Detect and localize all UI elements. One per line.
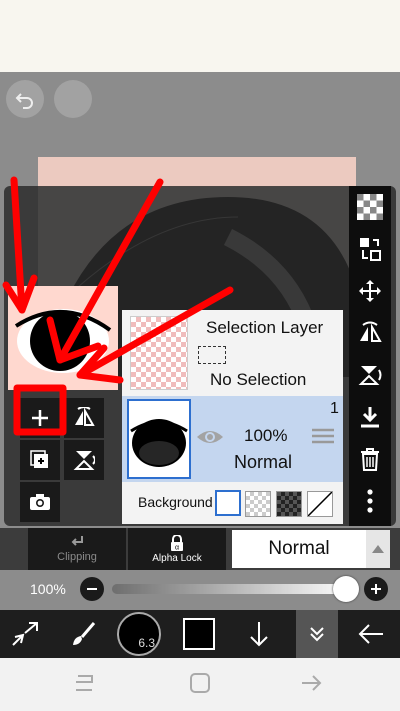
background-white-swatch[interactable] bbox=[215, 490, 241, 516]
arrow-down-icon bbox=[250, 622, 268, 647]
arrow-left-icon bbox=[358, 624, 383, 644]
blend-mode-select[interactable]: Normal bbox=[232, 530, 366, 568]
brush-size-value: 6.3 bbox=[138, 636, 155, 650]
copy-plus-icon bbox=[30, 450, 48, 468]
brush-size-button[interactable]: 6.3 bbox=[114, 610, 164, 658]
background-none-swatch[interactable] bbox=[307, 491, 333, 517]
layer-menu-button[interactable] bbox=[296, 610, 338, 658]
undo-button[interactable] bbox=[6, 80, 44, 118]
current-color-swatch bbox=[183, 618, 215, 650]
layer-down-button[interactable] bbox=[234, 610, 284, 658]
opacity-decrease-button[interactable] bbox=[80, 577, 104, 601]
flip-h-strip-button[interactable] bbox=[349, 312, 391, 354]
transform-icon bbox=[12, 622, 38, 646]
camera-icon bbox=[30, 494, 50, 510]
minus-icon bbox=[87, 588, 97, 590]
flip-vertical-icon bbox=[358, 366, 382, 385]
clipping-arrow-icon bbox=[71, 536, 83, 546]
top-area bbox=[0, 0, 400, 72]
plus-icon bbox=[371, 584, 381, 594]
chevron-up-icon bbox=[372, 545, 384, 553]
brush-tool-button[interactable] bbox=[58, 610, 108, 658]
merge-down-button[interactable] bbox=[349, 396, 391, 438]
lock-icon: α bbox=[171, 534, 183, 551]
brush-icon bbox=[73, 622, 96, 645]
checkerboard-icon bbox=[357, 194, 383, 220]
blend-mode-dropdown-button[interactable] bbox=[366, 530, 390, 568]
opacity-label: 100% bbox=[30, 581, 66, 597]
recents-icon bbox=[76, 675, 93, 691]
layer-camera-button[interactable] bbox=[20, 482, 60, 522]
opacity-slider-handle[interactable] bbox=[333, 576, 359, 602]
alpha-lock-button[interactable]: α Alpha Lock bbox=[128, 528, 226, 570]
background-label: Background bbox=[138, 494, 213, 510]
opacity-slider-track[interactable] bbox=[112, 584, 352, 594]
nav-arrow-icon bbox=[302, 675, 322, 691]
delete-layer-button[interactable] bbox=[349, 438, 391, 480]
swap-layers-icon bbox=[360, 238, 381, 261]
transform-tool-button[interactable] bbox=[0, 610, 50, 658]
clipping-button[interactable]: Clipping bbox=[28, 528, 126, 570]
color-button[interactable] bbox=[174, 610, 224, 658]
flip-vertical-icon bbox=[73, 451, 95, 470]
opacity-increase-button[interactable] bbox=[364, 577, 388, 601]
more-options-button[interactable] bbox=[349, 480, 391, 522]
system-nav-bar bbox=[0, 658, 400, 711]
background-checker-light-swatch[interactable] bbox=[245, 491, 271, 517]
flip-horizontal-icon bbox=[360, 321, 382, 342]
undo-arrow-icon bbox=[15, 93, 33, 109]
recents-button[interactable] bbox=[70, 670, 98, 701]
layer-blend-mode: Normal bbox=[234, 452, 293, 472]
system-back-button[interactable] bbox=[298, 670, 326, 701]
layer-tools-strip bbox=[349, 186, 391, 526]
move-arrows-icon bbox=[359, 280, 381, 302]
brush-size-circle: 6.3 bbox=[117, 612, 161, 656]
move-button[interactable] bbox=[349, 270, 391, 312]
double-chevron-down-icon bbox=[310, 627, 324, 642]
home-button[interactable] bbox=[186, 670, 214, 701]
background-checker-dark-swatch[interactable] bbox=[276, 491, 302, 517]
alpha-lock-label: Alpha Lock bbox=[152, 552, 202, 564]
bottom-toolbar: 6.3 bbox=[0, 610, 400, 658]
layer-number: 1 bbox=[330, 400, 339, 417]
home-square-icon bbox=[190, 673, 210, 693]
back-button[interactable] bbox=[346, 610, 396, 658]
layer-opacity: 100% bbox=[244, 426, 288, 445]
transparency-button[interactable] bbox=[349, 186, 391, 228]
layer-swap-button[interactable] bbox=[349, 228, 391, 270]
trash-icon bbox=[361, 448, 379, 471]
merge-down-icon bbox=[361, 407, 379, 428]
red-annotation-arrows bbox=[2, 176, 234, 436]
flip-v-strip-button[interactable] bbox=[349, 354, 391, 396]
opacity-slider-fill bbox=[112, 584, 352, 594]
drag-handle-icon[interactable] bbox=[312, 428, 334, 449]
layer-options-row: Clipping α Alpha Lock Normal bbox=[0, 528, 400, 570]
background-row: Background bbox=[122, 484, 343, 524]
more-vertical-icon bbox=[367, 489, 373, 513]
svg-text:α: α bbox=[175, 544, 179, 551]
redo-button[interactable] bbox=[54, 80, 92, 118]
clipping-label: Clipping bbox=[57, 551, 97, 563]
opacity-slider-row: 100% bbox=[0, 572, 400, 608]
